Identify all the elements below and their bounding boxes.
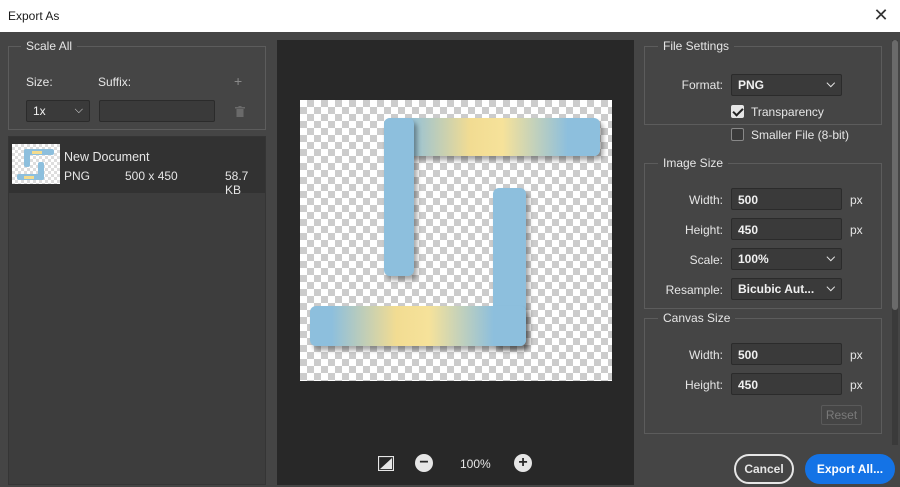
smaller-file-checkbox[interactable]	[731, 128, 744, 141]
canvas-width-unit: px	[850, 348, 863, 362]
canvas-height-unit: px	[850, 378, 863, 392]
image-size-title: Image Size	[658, 156, 729, 170]
preview-area: − 100% +	[277, 40, 634, 485]
size-label: Size:	[26, 75, 53, 89]
asset-item-new-document[interactable]: New Document PNG 500 x 450 58.7 KB	[9, 137, 265, 197]
size-select[interactable]: 1x ⌵	[26, 100, 90, 122]
canvas-width-label: Width:	[688, 348, 723, 362]
scale-select[interactable]: 100% ⌵	[731, 248, 842, 270]
canvas-size-title: Canvas Size	[658, 311, 736, 325]
zoom-out-icon[interactable]: −	[415, 454, 433, 472]
image-height-unit: px	[850, 223, 863, 237]
suffix-label: Suffix:	[98, 75, 132, 89]
chevron-down-icon: ⌵	[74, 104, 83, 116]
transparency-checkbox[interactable]	[731, 105, 744, 118]
export-all-button[interactable]: Export All...	[805, 454, 895, 484]
title-bar: Export As ✕	[0, 0, 900, 32]
cancel-button[interactable]: Cancel	[734, 454, 794, 484]
zoom-level: 100%	[460, 457, 491, 471]
canvas-height-input[interactable]: 450	[731, 373, 842, 395]
asset-dimensions: 500 x 450	[125, 169, 178, 183]
zoom-controls: − 100% +	[277, 452, 634, 476]
image-width-label: Width:	[688, 193, 723, 207]
file-settings-group: File Settings Format: PNG ⌵ Transparency…	[644, 39, 882, 142]
toggle-background-icon[interactable]	[378, 456, 394, 471]
canvas-width-input[interactable]: 500	[731, 343, 842, 365]
resample-label: Resample:	[665, 283, 723, 297]
bottom-horizontal-bar	[310, 306, 526, 346]
scrollbar-thumb[interactable]	[892, 40, 898, 310]
canvas-size-group: Canvas Size Width: 500 px Height: 450 px…	[644, 311, 882, 434]
canvas-height-label: Height:	[684, 378, 723, 392]
close-icon[interactable]: ✕	[870, 4, 892, 26]
preview-canvas	[300, 100, 612, 381]
format-select[interactable]: PNG ⌵	[731, 74, 842, 96]
thumbnail-image	[17, 149, 54, 180]
asset-thumbnail	[12, 144, 60, 184]
scale-all-group: Scale All Size: Suffix: + 1x ⌵	[8, 39, 266, 130]
reset-button[interactable]: Reset	[821, 405, 862, 425]
resample-select-value: Bicubic Aut...	[738, 282, 815, 296]
asset-file-size: 58.7 KB	[225, 169, 249, 197]
chevron-down-icon: ⌵	[826, 282, 835, 294]
chevron-down-icon: ⌵	[826, 78, 835, 90]
settings-scrollbar[interactable]	[892, 40, 898, 445]
window-title: Export As	[8, 9, 60, 23]
scale-all-title: Scale All	[21, 39, 78, 53]
image-height-label: Height:	[684, 223, 723, 237]
format-select-value: PNG	[738, 78, 765, 92]
asset-list: New Document PNG 500 x 450 58.7 KB	[8, 136, 266, 485]
add-scale-icon[interactable]: +	[234, 73, 242, 89]
format-label: Format:	[681, 78, 723, 92]
scale-select-value: 100%	[738, 252, 769, 266]
image-size-group: Image Size Width: 500 px Height: 450 px …	[644, 156, 882, 309]
size-select-value: 1x	[33, 104, 46, 118]
smaller-file-label: Smaller File (8-bit)	[751, 128, 850, 142]
image-width-unit: px	[850, 193, 863, 207]
export-dialog: Scale All Size: Suffix: + 1x ⌵ New Docum…	[0, 32, 900, 487]
zoom-in-icon[interactable]: +	[514, 454, 532, 472]
file-settings-title: File Settings	[658, 39, 735, 53]
top-horizontal-bar	[384, 118, 600, 156]
trash-icon[interactable]	[235, 106, 245, 117]
image-height-input[interactable]: 450	[731, 218, 842, 240]
chevron-down-icon: ⌵	[826, 252, 835, 264]
resample-select[interactable]: Bicubic Aut... ⌵	[731, 278, 842, 300]
left-vertical-bar	[384, 118, 414, 276]
asset-name: New Document	[64, 150, 150, 164]
scale-label: Scale:	[689, 253, 723, 267]
transparency-label: Transparency	[751, 105, 824, 119]
image-width-input[interactable]: 500	[731, 188, 842, 210]
asset-format: PNG	[64, 169, 91, 183]
suffix-input[interactable]	[99, 100, 215, 122]
